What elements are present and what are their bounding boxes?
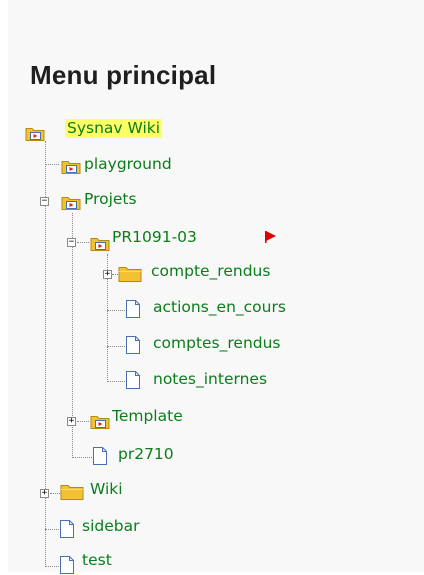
tree-label-playground[interactable]: playground (84, 155, 172, 174)
flag-icon (265, 231, 276, 243)
expand-toggle[interactable]: + (67, 417, 76, 426)
tree-label-sidebar[interactable]: sidebar (82, 517, 139, 536)
tree-line (77, 242, 89, 243)
tree-label-compte-rendus[interactable]: compte_rendus (151, 262, 270, 281)
folder-icon (118, 267, 142, 282)
page-icon (126, 336, 140, 354)
folder-page-icon (61, 197, 81, 210)
page-icon (126, 371, 140, 389)
folder-icon (60, 485, 84, 500)
tree-label-pr2710[interactable]: pr2710 (118, 445, 174, 464)
page-icon (60, 556, 74, 574)
tree-line (45, 566, 59, 567)
sidebar-panel: Menu principal Sysnav Wiki playground − … (8, 0, 424, 574)
tree-line (45, 529, 59, 530)
tree-line (107, 381, 125, 382)
tree-label-notes-internes[interactable]: notes_internes (153, 370, 267, 389)
page-icon (60, 520, 74, 538)
tree-line (50, 493, 60, 494)
expand-toggle[interactable]: + (103, 270, 112, 279)
tree-label-comptes-rendus[interactable]: comptes_rendus (153, 334, 281, 353)
tree-line (45, 164, 59, 165)
tree-line (77, 421, 89, 422)
page-icon (93, 447, 107, 465)
collapse-toggle[interactable]: − (67, 238, 76, 247)
tree-label-sysnav-wiki[interactable]: Sysnav Wiki (65, 119, 163, 138)
tree-label-actions-en-cours[interactable]: actions_en_cours (153, 298, 286, 317)
tree-label-template[interactable]: Template (112, 407, 183, 426)
tree-label-wiki[interactable]: Wiki (90, 480, 123, 499)
tree-line (107, 310, 125, 311)
page-icon (126, 300, 140, 318)
collapse-toggle[interactable]: − (40, 197, 49, 206)
tree-line (107, 346, 125, 347)
tree-label-projets[interactable]: Projets (84, 190, 137, 209)
tree-label-test[interactable]: test (82, 551, 112, 570)
folder-page-icon (90, 416, 110, 429)
folder-page-icon (61, 161, 81, 174)
tree-label-pr1091-03[interactable]: PR1091-03 (112, 228, 197, 247)
menu-title: Menu principal (30, 60, 217, 90)
expand-toggle[interactable]: + (40, 489, 49, 498)
folder-page-icon (90, 238, 110, 251)
folder-page-icon (25, 128, 45, 141)
tree-line (72, 457, 92, 458)
